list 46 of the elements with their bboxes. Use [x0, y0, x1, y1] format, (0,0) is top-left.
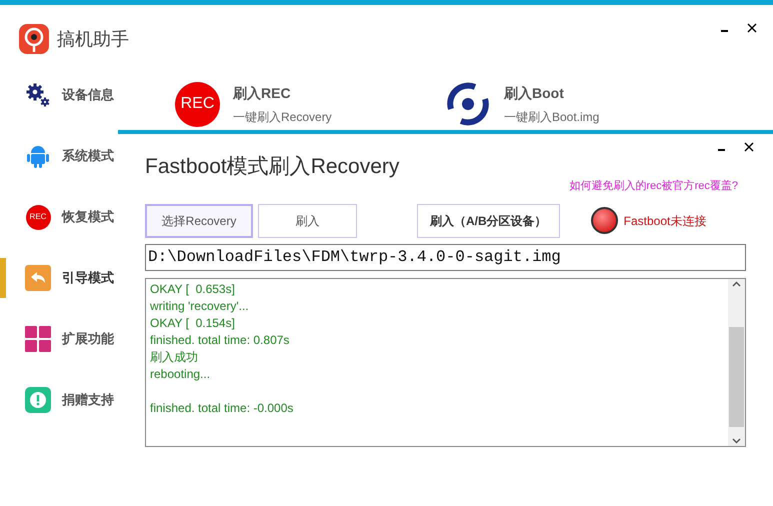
log-line: rebooting...	[150, 366, 210, 382]
card-subtitle: 一键刷入Recovery	[233, 108, 332, 126]
sidebar-item[interactable]: 扩展功能	[0, 319, 130, 359]
card-title: 刷入REC	[233, 84, 292, 102]
action-card[interactable]: 刷入Boot 一键刷入Boot.img	[445, 79, 715, 129]
help-link[interactable]: 如何避免刷入的rec被官方rec覆盖?	[569, 178, 738, 194]
scroll-down-icon[interactable]	[732, 438, 741, 444]
alert-icon	[25, 387, 51, 413]
close-button[interactable]	[746, 22, 758, 34]
dialog-title: Fastboot模式刷入Recovery	[145, 154, 400, 180]
gears-icon	[26, 83, 50, 107]
scrollbar[interactable]	[728, 278, 745, 446]
sidebar-item[interactable]: 设备信息	[0, 75, 130, 115]
log-line: 刷入成功	[150, 348, 198, 366]
sidebar-item[interactable]: REC 恢复模式	[0, 197, 130, 237]
logo-icon	[19, 24, 49, 54]
sidebar-item[interactable]: 系统模式	[0, 136, 130, 176]
log-line: finished. total time: 0.807s	[150, 332, 290, 348]
android-icon	[26, 143, 50, 169]
sidebar-label: 扩展功能	[62, 330, 114, 348]
rec-icon: REC	[175, 82, 220, 126]
sidebar-label: 系统模式	[62, 147, 114, 166]
log-line: writing 'recovery'...	[150, 298, 249, 314]
grid-icon	[25, 326, 51, 352]
log-line: OKAY [ 0.653s]	[150, 280, 235, 298]
action-button[interactable]: 选择Recovery	[145, 204, 253, 238]
path-field[interactable]: D:\DownloadFiles\FDM\twrp-3.4.0-0-sagit.img	[145, 244, 746, 270]
action-button[interactable]: 刷入	[258, 204, 357, 238]
log-line: OKAY [ 0.154s]	[150, 314, 235, 332]
app-title: 搞机助手	[57, 28, 129, 50]
sidebar-label: 恢复模式	[62, 208, 114, 226]
close-button[interactable]	[743, 141, 755, 153]
circular-arrows-icon	[445, 81, 491, 127]
connection-status: Fastboot未连接	[624, 212, 706, 230]
log-line: finished. total time: -0.000s	[150, 400, 294, 416]
scroll-up-icon[interactable]	[732, 280, 741, 286]
action-button[interactable]: 刷入（A/B分区设备）	[417, 204, 560, 238]
scroll-thumb[interactable]	[729, 327, 744, 427]
rec-icon: REC	[26, 204, 50, 230]
sidebar-item[interactable]: 捐赠支持	[0, 380, 130, 420]
sidebar-label: 捐赠支持	[62, 391, 114, 410]
sidebar-label: 设备信息	[62, 86, 114, 104]
action-card[interactable]: REC 刷入REC 一键刷入Recovery	[175, 79, 445, 129]
card-title: 刷入Boot	[504, 84, 565, 102]
card-subtitle: 一键刷入Boot.img	[504, 108, 600, 126]
sidebar-label: 引导模式	[62, 269, 114, 288]
